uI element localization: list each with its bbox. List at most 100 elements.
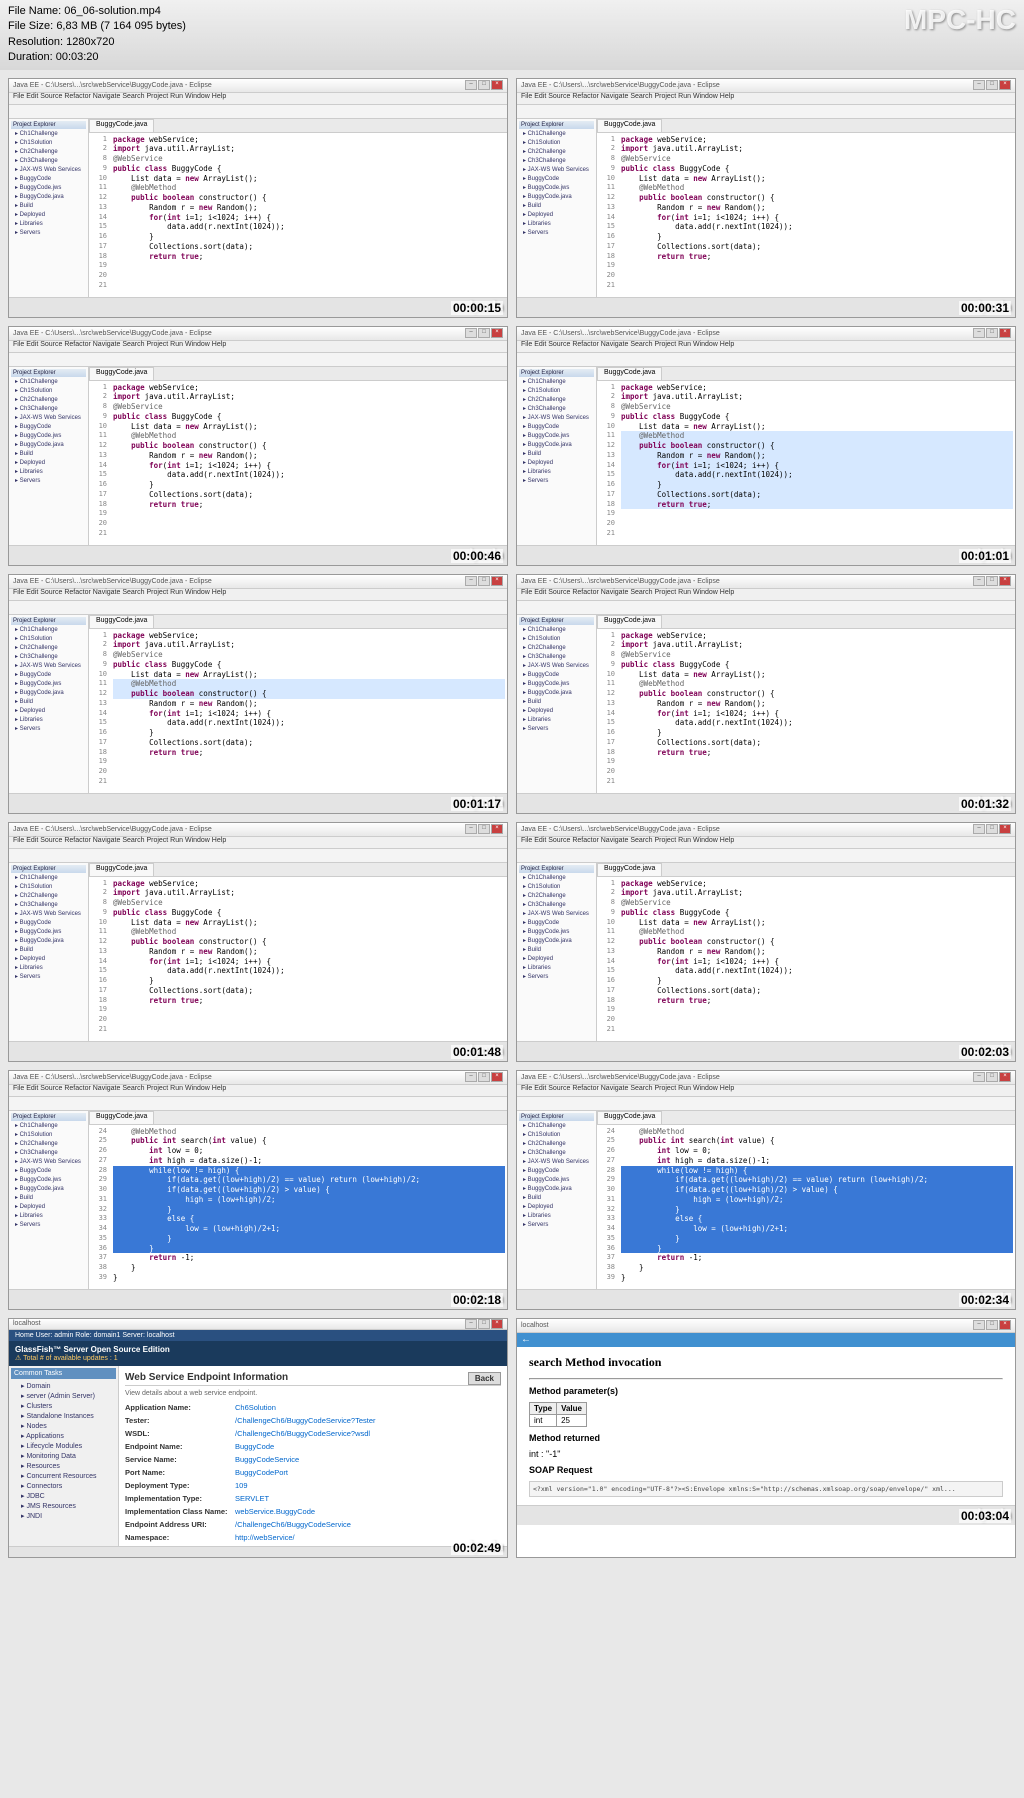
tree-item[interactable]: ▸ BuggyCode.java — [519, 440, 594, 449]
back-button[interactable]: Back — [468, 1372, 501, 1385]
tree-item[interactable]: ▸ Ch1Solution — [519, 882, 594, 891]
tree-item[interactable]: ▸ Ch1Solution — [11, 634, 86, 643]
close-icon[interactable]: × — [999, 1072, 1011, 1082]
project-explorer[interactable]: Project Explorer▸ Ch1Challenge▸ Ch1Solut… — [517, 863, 597, 1041]
tree-item[interactable]: ▸ Ch1Challenge — [519, 873, 594, 882]
menu-bar[interactable]: File Edit Source Refactor Navigate Searc… — [9, 93, 507, 105]
tree-item[interactable]: ▸ BuggyCode.java — [519, 936, 594, 945]
project-explorer[interactable]: Project Explorer▸ Ch1Challenge▸ Ch1Solut… — [517, 119, 597, 297]
nav-item[interactable]: ▸ Applications — [11, 1431, 116, 1441]
tree-item[interactable]: ▸ JAX-WS Web Services — [11, 165, 86, 174]
tree-item[interactable]: ▸ BuggyCode — [11, 670, 86, 679]
editor-tab[interactable]: BuggyCode.java — [89, 863, 154, 876]
maximize-icon[interactable]: □ — [478, 576, 490, 586]
tree-item[interactable]: ▸ Ch2Challenge — [519, 891, 594, 900]
toolbar[interactable] — [9, 849, 507, 863]
minimize-icon[interactable]: – — [973, 576, 985, 586]
link[interactable]: BuggyCodeService — [235, 1455, 299, 1464]
tree-item[interactable]: ▸ BuggyCode.java — [519, 192, 594, 201]
editor-tab[interactable]: BuggyCode.java — [89, 367, 154, 380]
tree-item[interactable]: ▸ BuggyCode.jws — [11, 1175, 86, 1184]
tree-item[interactable]: ▸ BuggyCode — [519, 174, 594, 183]
code-editor[interactable]: 1289101112131415161718192021package webS… — [597, 877, 1015, 1041]
tree-item[interactable]: ▸ Ch3Challenge — [11, 900, 86, 909]
editor-tab[interactable]: BuggyCode.java — [89, 1111, 154, 1124]
minimize-icon[interactable]: – — [465, 576, 477, 586]
tree-item[interactable]: ▸ Build — [519, 201, 594, 210]
code-editor[interactable]: 24252627282930313233343536373839 @WebMet… — [89, 1125, 507, 1289]
tree-item[interactable]: ▸ Deployed — [11, 1202, 86, 1211]
tree-item[interactable]: ▸ Ch1Challenge — [519, 625, 594, 634]
tree-item[interactable]: ▸ Deployed — [519, 706, 594, 715]
link[interactable]: BuggyCodePort — [235, 1468, 288, 1477]
tree-item[interactable]: ▸ BuggyCode.jws — [11, 431, 86, 440]
tree-item[interactable]: ▸ JAX-WS Web Services — [519, 413, 594, 422]
nav-item[interactable]: ▸ JNDI — [11, 1511, 116, 1521]
tree-item[interactable]: ▸ BuggyCode.jws — [11, 183, 86, 192]
tree-item[interactable]: ▸ Ch2Challenge — [11, 147, 86, 156]
tree-item[interactable]: ▸ Deployed — [11, 954, 86, 963]
tree-item[interactable]: ▸ Build — [11, 201, 86, 210]
editor-tab[interactable]: BuggyCode.java — [89, 119, 154, 132]
tree-item[interactable]: ▸ BuggyCode.jws — [519, 431, 594, 440]
menu-bar[interactable]: File Edit Source Refactor Navigate Searc… — [9, 837, 507, 849]
nav-item[interactable]: ▸ Lifecycle Modules — [11, 1441, 116, 1451]
tree-item[interactable]: ▸ Build — [519, 945, 594, 954]
tree-item[interactable]: ▸ BuggyCode — [519, 918, 594, 927]
menu-bar[interactable]: File Edit Source Refactor Navigate Searc… — [517, 341, 1015, 353]
tree-item[interactable]: ▸ Libraries — [11, 467, 86, 476]
tree-item[interactable]: ▸ Ch1Solution — [11, 386, 86, 395]
maximize-icon[interactable]: □ — [478, 1072, 490, 1082]
project-explorer[interactable]: Project Explorer▸ Ch1Challenge▸ Ch1Solut… — [9, 119, 89, 297]
tree-item[interactable]: ▸ Servers — [11, 972, 86, 981]
code-editor[interactable]: 1289101112131415161718192021package webS… — [89, 877, 507, 1041]
tree-item[interactable]: ▸ Ch1Solution — [11, 882, 86, 891]
tree-item[interactable]: ▸ Servers — [519, 724, 594, 733]
tree-item[interactable]: ▸ Servers — [11, 228, 86, 237]
link[interactable]: BuggyCode — [235, 1442, 274, 1451]
tree-item[interactable]: ▸ JAX-WS Web Services — [11, 661, 86, 670]
toolbar[interactable] — [517, 601, 1015, 615]
maximize-icon[interactable]: □ — [478, 824, 490, 834]
maximize-icon[interactable]: □ — [478, 328, 490, 338]
tree-item[interactable]: ▸ Build — [519, 697, 594, 706]
tree-item[interactable]: ▸ Libraries — [519, 715, 594, 724]
tree-item[interactable]: ▸ Build — [519, 449, 594, 458]
menu-bar[interactable]: File Edit Source Refactor Navigate Searc… — [517, 589, 1015, 601]
minimize-icon[interactable]: – — [465, 80, 477, 90]
close-icon[interactable]: × — [491, 328, 503, 338]
tree-item[interactable]: ▸ Ch2Challenge — [11, 395, 86, 404]
code-editor[interactable]: 1289101112131415161718192021package webS… — [89, 381, 507, 545]
tree-item[interactable]: ▸ Servers — [519, 1220, 594, 1229]
tree-item[interactable]: ▸ BuggyCode — [519, 422, 594, 431]
tree-item[interactable]: ▸ Ch1Challenge — [519, 377, 594, 386]
tree-item[interactable]: ▸ Build — [519, 1193, 594, 1202]
nav-item[interactable]: ▸ Domain — [11, 1381, 116, 1391]
tree-item[interactable]: ▸ BuggyCode.java — [519, 688, 594, 697]
tree-item[interactable]: ▸ BuggyCode.java — [11, 440, 86, 449]
tree-item[interactable]: ▸ Libraries — [11, 715, 86, 724]
tree-item[interactable]: ▸ Ch3Challenge — [11, 404, 86, 413]
tree-item[interactable]: ▸ JAX-WS Web Services — [11, 1157, 86, 1166]
minimize-icon[interactable]: – — [465, 328, 477, 338]
menu-bar[interactable]: File Edit Source Refactor Navigate Searc… — [9, 1085, 507, 1097]
tree-item[interactable]: ▸ JAX-WS Web Services — [11, 413, 86, 422]
tree-item[interactable]: ▸ Ch3Challenge — [11, 652, 86, 661]
tree-item[interactable]: ▸ Servers — [11, 476, 86, 485]
close-icon[interactable]: × — [999, 824, 1011, 834]
code-editor[interactable]: 1289101112131415161718192021package webS… — [597, 381, 1015, 545]
project-explorer[interactable]: Project Explorer▸ Ch1Challenge▸ Ch1Solut… — [9, 1111, 89, 1289]
nav-item[interactable]: ▸ Resources — [11, 1461, 116, 1471]
tree-item[interactable]: ▸ Ch3Challenge — [11, 156, 86, 165]
tree-item[interactable]: ▸ Ch1Challenge — [11, 1121, 86, 1130]
minimize-icon[interactable]: – — [973, 328, 985, 338]
maximize-icon[interactable]: □ — [986, 1072, 998, 1082]
tree-item[interactable]: ▸ Ch3Challenge — [519, 652, 594, 661]
tree-item[interactable]: ▸ BuggyCode — [11, 1166, 86, 1175]
link[interactable]: /ChallengeCh6/BuggyCodeService?wsdl — [235, 1429, 370, 1438]
tree-item[interactable]: ▸ Deployed — [519, 1202, 594, 1211]
code-editor[interactable]: 1289101112131415161718192021package webS… — [89, 629, 507, 793]
tree-item[interactable]: ▸ Ch3Challenge — [11, 1148, 86, 1157]
maximize-icon[interactable]: □ — [986, 80, 998, 90]
tree-item[interactable]: ▸ Ch1Solution — [519, 634, 594, 643]
